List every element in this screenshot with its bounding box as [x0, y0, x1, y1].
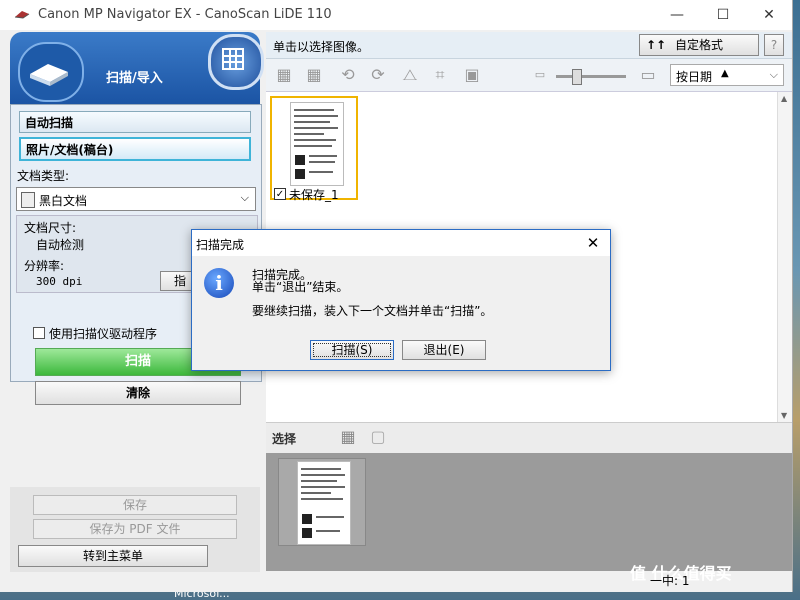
sort-select[interactable]: 按日期 ▲ ⌵ [670, 64, 784, 86]
zoom-out-icon[interactable]: ▭ [530, 65, 550, 85]
document-size-label: 文档尺寸: [24, 221, 77, 235]
header-title: 扫描/导入 [106, 71, 163, 86]
save-button[interactable]: 保存 [33, 495, 237, 515]
hint-bar: 单击以选择图像。 ↑↑ 自定格式 ? [266, 32, 792, 59]
deselect-tray-icon[interactable]: ▢ [368, 427, 388, 447]
document-type-label: 文档类型: [17, 169, 70, 183]
scroll-down-icon[interactable]: ▼ [781, 411, 787, 420]
view-image-icon[interactable]: ▣ [462, 65, 482, 85]
sort-ascending-icon: ▲ [721, 68, 729, 79]
sort-value: 按日期 [676, 70, 713, 84]
clear-button[interactable]: 清除 [35, 381, 241, 405]
dialog-scan-button[interactable]: 扫描(S) [310, 340, 394, 360]
window-title: Canon MP Navigator EX - CanoScan LiDE 11… [38, 7, 332, 22]
thumbnail-label: 未保存_1 [289, 188, 339, 202]
custom-format-icon: ↑↑ [646, 38, 667, 52]
hint-text: 单击以选择图像。 [273, 40, 370, 54]
dialog-message-line2: 单击“退出”结束。 [252, 280, 349, 294]
selection-bar: 选择 ▦ ▢ [266, 422, 792, 453]
close-button[interactable]: ✕ [746, 2, 792, 28]
maximize-button[interactable]: ☐ [700, 2, 746, 28]
scroll-up-icon[interactable]: ▲ [781, 94, 787, 103]
dialog-close-button[interactable]: ✕ [582, 232, 604, 254]
left-bottom-actions: 保存 保存为 PDF 文件 转到主菜单 [10, 487, 260, 572]
selected-image-thumbnail[interactable] [278, 458, 366, 546]
select-all-icon[interactable]: ▦ [274, 65, 294, 85]
rotate-left-icon[interactable]: ⟲ [338, 65, 358, 85]
save-pdf-button[interactable]: 保存为 PDF 文件 [33, 519, 237, 539]
image-toolbar: ▦ ▦ ⟲ ⟳ ⧍ ⌗ ▣ ▭ ▭ 按日期 ▲ ⌵ [266, 59, 792, 92]
rotate-right-icon[interactable]: ⟳ [368, 65, 388, 85]
dialog-body: i 扫描完成。 单击“退出”结束。 要继续扫描，装入下一个文档并单击“扫描”。 … [192, 256, 610, 370]
use-driver-label: 使用扫描仪驱动程序 [49, 327, 158, 341]
document-icon [21, 192, 35, 208]
navigation-mode-icon[interactable] [208, 34, 264, 90]
main-menu-button[interactable]: 转到主菜单 [18, 545, 208, 567]
resolution-label: 分辨率: [24, 259, 65, 273]
chevron-down-icon: ⌵ [769, 68, 778, 81]
mirror-icon[interactable]: ⧍ [400, 65, 420, 85]
zoom-slider-thumb[interactable] [572, 69, 582, 85]
document-preview-image [290, 102, 344, 186]
status-count: 一中: 1 [650, 574, 690, 588]
selected-document-preview [297, 461, 351, 545]
deselect-icon[interactable]: ▦ [304, 65, 324, 85]
document-size-value: 自动检测 [36, 238, 85, 252]
image-area-scrollbar[interactable]: ▲ ▼ [777, 92, 792, 422]
custom-format-label: 自定格式 [674, 38, 723, 52]
title-bar: Canon MP Navigator EX - CanoScan LiDE 11… [0, 0, 792, 30]
help-button[interactable]: ? [764, 34, 784, 56]
zoom-in-icon[interactable]: ▭ [638, 65, 658, 85]
dialog-title: 扫描完成 [196, 238, 245, 252]
dialog-message-line3: 要继续扫描，装入下一个文档并单击“扫描”。 [252, 304, 493, 318]
minimize-button[interactable]: — [654, 2, 700, 28]
auto-scan-button[interactable]: 自动扫描 [19, 111, 251, 133]
selection-label: 选择 [272, 432, 297, 446]
dialog-exit-button[interactable]: 退出(E) [402, 340, 486, 360]
scanner-icon [18, 42, 84, 102]
resolution-value: 300 dpi [36, 275, 83, 288]
document-type-select[interactable]: 黑白文档 ⌵ [16, 187, 256, 211]
zoom-slider-track[interactable] [556, 75, 626, 78]
scan-header: 扫描/导入 [10, 32, 264, 104]
custom-format-button[interactable]: ↑↑ 自定格式 [639, 34, 759, 56]
scan-complete-dialog: 扫描完成 ✕ i 扫描完成。 单击“退出”结束。 要继续扫描，装入下一个文档并单… [191, 229, 611, 371]
image-thumbnail[interactable]: ✓ 未保存_1 [270, 96, 358, 202]
select-all-tray-icon[interactable]: ▦ [338, 427, 358, 447]
selected-images-tray [266, 453, 792, 571]
chevron-down-icon: ⌵ [240, 191, 249, 204]
info-icon: i [204, 268, 234, 298]
use-driver-checkbox[interactable] [33, 327, 45, 339]
photo-document-platen-button[interactable]: 照片/文档(稿台) [19, 137, 251, 161]
crop-icon[interactable]: ⌗ [430, 65, 450, 85]
app-icon [14, 11, 30, 19]
thumbnail-checkbox[interactable]: ✓ [274, 188, 286, 200]
document-type-value: 黑白文档 [39, 194, 88, 208]
